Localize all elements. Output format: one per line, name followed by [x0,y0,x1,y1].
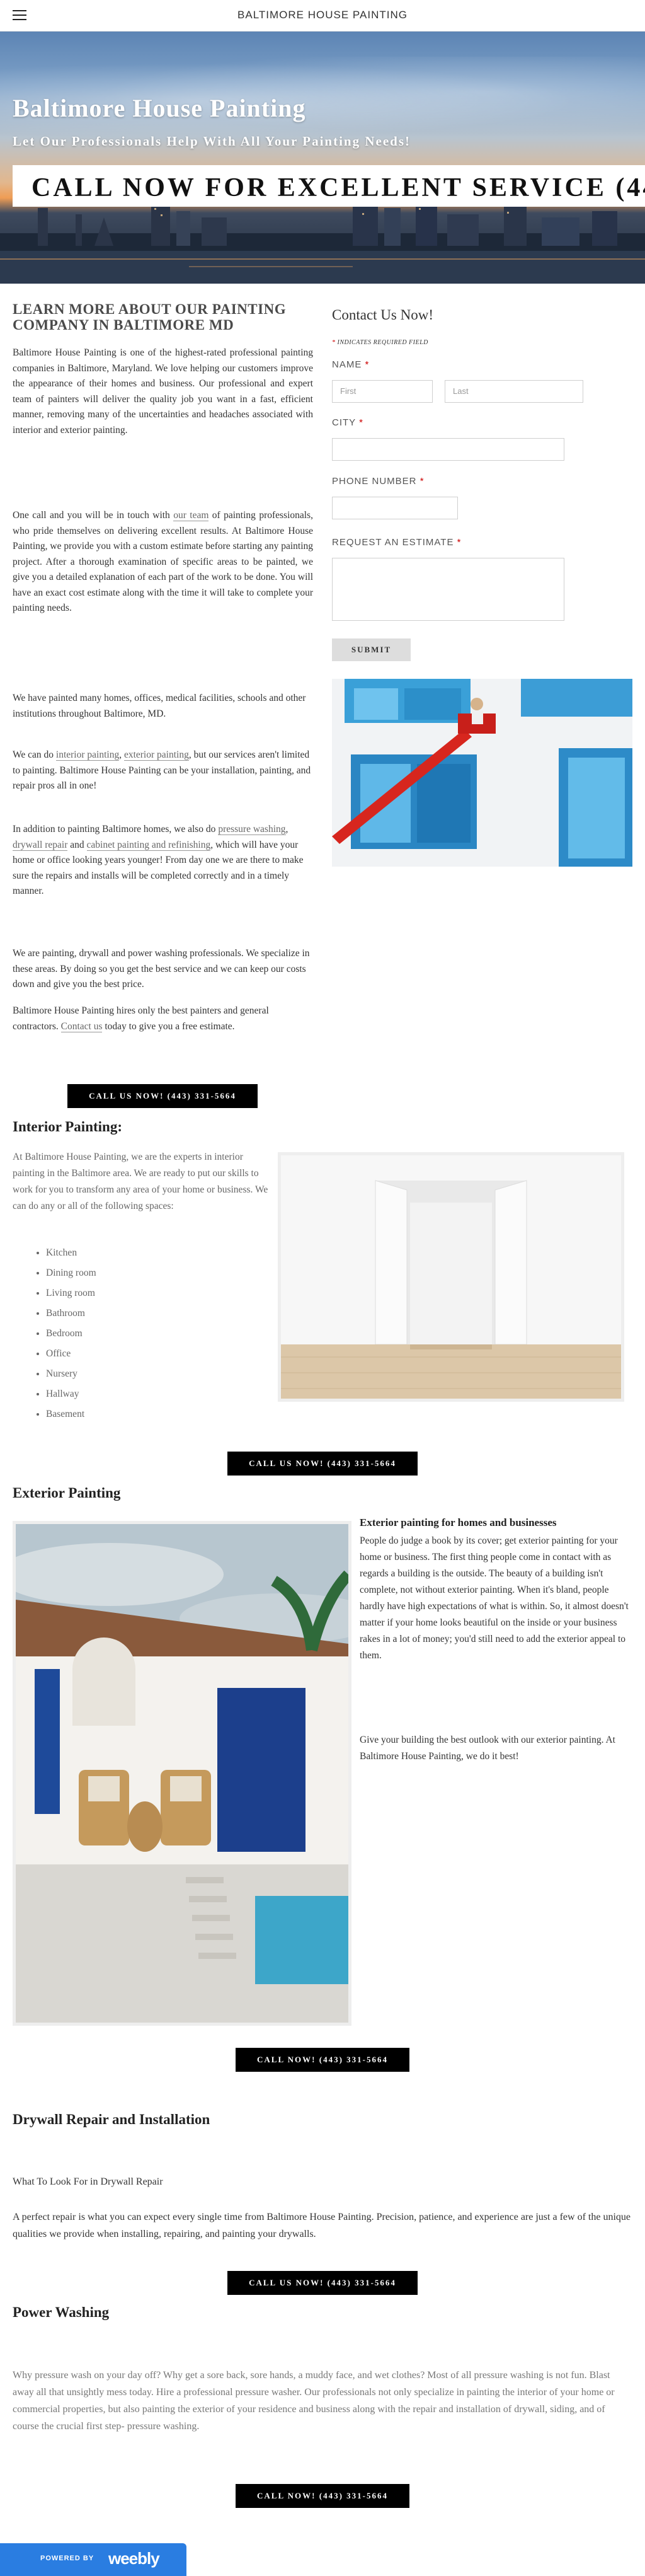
list-item: Basement [46,1404,96,1424]
list-item: Dining room [46,1263,96,1283]
exterior-subheading: Exterior painting for homes and business… [360,1516,557,1528]
submit-button[interactable]: SUBMIT [332,638,411,661]
list-item: Living room [46,1283,96,1303]
list-item: Hallway [46,1384,96,1404]
about-paragraph-6: We are painting, drywall and power washi… [13,948,310,990]
list-item: Bathroom [46,1303,96,1324]
call-now-banner-button[interactable]: CALL NOW FOR EXCELLENT SERVICE (443) 331… [13,165,645,207]
list-item: Bedroom [46,1324,96,1344]
powered-by-label: POWERED BY [40,2555,94,2562]
name-label: NAME * [332,359,370,370]
site-header: BALTIMORE HOUSE PAINTING [0,0,645,32]
city-label: CITY * [332,417,363,428]
harbor-skyline-image [0,195,645,284]
estimate-label: REQUEST AN ESTIMATE * [332,537,462,548]
list-item: Nursery [46,1364,96,1384]
about-paragraph-1: Baltimore House Painting is one of the h… [13,347,313,436]
call-us-now-button-4[interactable]: CALL US NOW! (443) 331-5664 [227,2271,418,2295]
boom-lift-painter-image [332,679,632,867]
call-us-now-button-1[interactable]: CALL US NOW! (443) 331-5664 [67,1084,258,1108]
contact-us-link[interactable]: Contact us [60,1020,103,1032]
drywall-repair-link[interactable]: drywall repair [13,839,68,851]
about-paragraph-7: Baltimore House Painting hires only the … [13,1005,269,1032]
about-paragraph-5: In addition to painting Baltimore homes,… [13,824,304,896]
interior-painting-text: At Baltimore House Painting, we are the … [13,1152,268,1211]
weebly-logo: weebly [108,2549,160,2568]
our-team-link[interactable]: our team [173,510,209,521]
last-name-input[interactable]: Last [445,380,583,403]
interior-painting-heading: Interior Painting: [13,1119,122,1135]
white-room-doors-image [278,1152,624,1402]
about-paragraph-3: We have painted many homes, offices, med… [13,693,306,719]
site-title[interactable]: BALTIMORE HOUSE PAINTING [0,9,645,21]
call-now-button-5[interactable]: CALL NOW! (443) 331-5664 [236,2484,409,2508]
rooms-list: Kitchen Dining room Living room Bathroom… [46,1243,96,1424]
about-paragraph-4: We can do interior painting, exterior pa… [13,749,311,791]
pressure-washing-link[interactable]: pressure washing [218,824,286,835]
call-now-button-3[interactable]: CALL NOW! (443) 331-5664 [236,2048,409,2072]
exterior-painting-heading: Exterior Painting [13,1485,121,1501]
list-item: Kitchen [46,1243,96,1263]
power-washing-text: Why pressure wash on your day off? Why g… [13,2370,615,2432]
first-name-input[interactable]: First [332,380,433,403]
banner-title: Baltimore House Painting [13,94,306,122]
contact-form-title: Contact Us Now! [332,307,433,323]
drywall-text: A perfect repair is what you can expect … [13,2212,631,2239]
required-field-note: * INDICATES REQUIRED FIELD [332,339,428,346]
about-heading: LEARN MORE ABOUT OUR PAINTING COMPANY IN… [13,301,287,333]
about-paragraph-2: One call and you will be in touch with o… [13,510,313,613]
patio-chairs-image [13,1521,351,2026]
exterior-paragraph-1: People do judge a book by its cover; get… [360,1535,629,1661]
drywall-heading: Drywall Repair and Installation [13,2111,210,2127]
phone-input[interactable] [332,497,458,519]
banner-subtitle: Let Our Professionals Help With All Your… [13,134,411,149]
exterior-paragraph-2: Give your building the best outlook with… [360,1735,615,1762]
city-input[interactable] [332,438,564,461]
call-now-banner-label: CALL NOW FOR EXCELLENT SERVICE (443) 331… [31,173,645,202]
powered-by-weebly-badge[interactable]: POWERED BY weebly [0,2543,186,2576]
call-us-now-button-2[interactable]: CALL US NOW! (443) 331-5664 [227,1452,418,1476]
exterior-painting-link[interactable]: exterior painting [123,749,189,761]
drywall-subheading: What To Look For in Drywall Repair [13,2176,163,2187]
estimate-textarea[interactable] [332,558,564,621]
phone-label: PHONE NUMBER * [332,476,425,487]
cabinet-painting-link[interactable]: cabinet painting and refinishing [86,839,211,851]
hero-banner: Baltimore House Painting Let Our Profess… [0,32,645,284]
list-item: Office [46,1344,96,1364]
interior-painting-link[interactable]: interior painting [55,749,120,761]
power-washing-heading: Power Washing [13,2304,110,2320]
